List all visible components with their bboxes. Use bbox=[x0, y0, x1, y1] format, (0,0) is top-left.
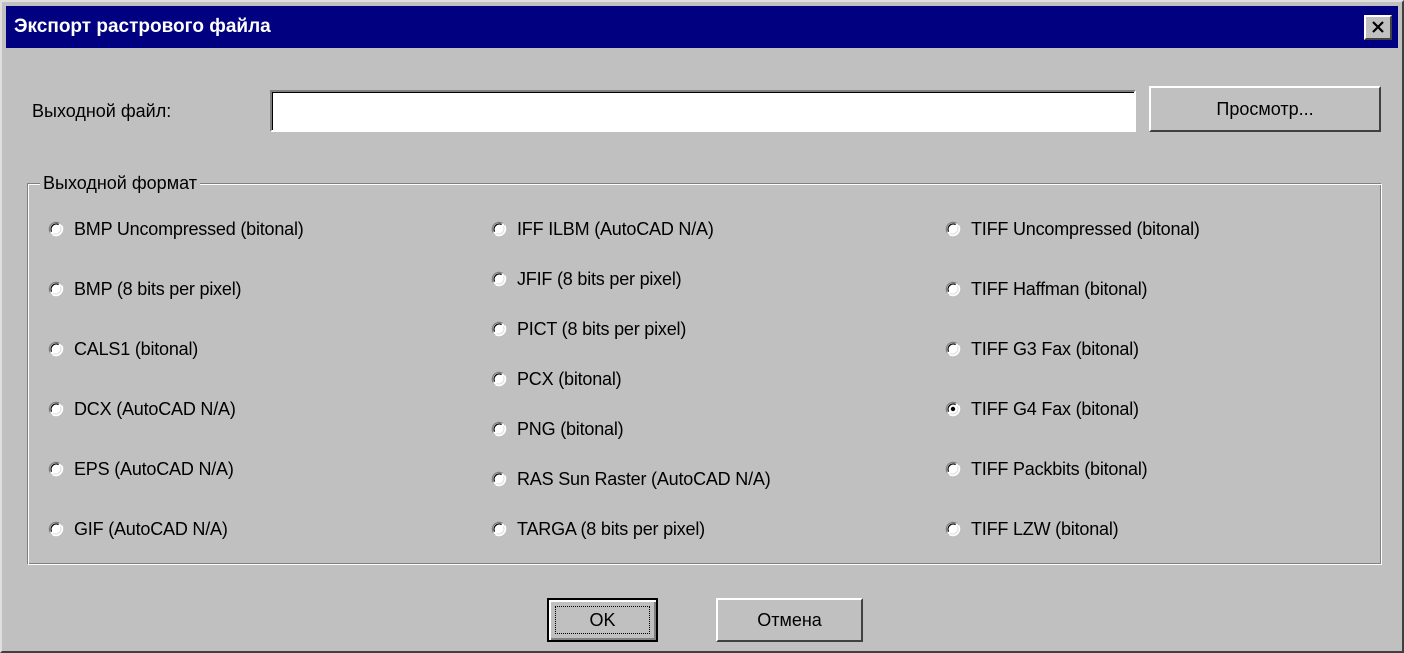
format-option-label: JFIF (8 bits per pixel) bbox=[517, 268, 682, 289]
format-option-label: DCX (AutoCAD N/A) bbox=[74, 398, 236, 419]
format-option[interactable]: BMP (8 bits per pixel) bbox=[48, 276, 242, 302]
ok-button[interactable]: OK bbox=[547, 598, 658, 642]
format-option-label: TIFF Uncompressed (bitonal) bbox=[971, 218, 1200, 239]
format-option-label: RAS Sun Raster (AutoCAD N/A) bbox=[517, 468, 771, 489]
format-option[interactable]: GIF (AutoCAD N/A) bbox=[48, 516, 228, 542]
radio-unchecked-icon[interactable] bbox=[491, 371, 507, 387]
window-title: Экспорт растрового файла bbox=[14, 16, 271, 37]
format-option-label: BMP (8 bits per pixel) bbox=[74, 278, 242, 299]
title-bar: Экспорт растрового файла bbox=[6, 6, 1398, 48]
format-option-label: TIFF LZW (bitonal) bbox=[971, 518, 1119, 539]
radio-unchecked-icon[interactable] bbox=[48, 341, 64, 357]
format-option-label: EPS (AutoCAD N/A) bbox=[74, 458, 234, 479]
browse-button[interactable]: Просмотр... bbox=[1149, 86, 1381, 132]
radio-unchecked-icon[interactable] bbox=[945, 461, 961, 477]
close-button[interactable] bbox=[1364, 15, 1392, 40]
radio-unchecked-icon[interactable] bbox=[491, 221, 507, 237]
format-option-label: PCX (bitonal) bbox=[517, 368, 622, 389]
radio-unchecked-icon[interactable] bbox=[491, 321, 507, 337]
format-option[interactable]: PNG (bitonal) bbox=[491, 416, 624, 442]
format-option[interactable]: EPS (AutoCAD N/A) bbox=[48, 456, 234, 482]
format-option-label: CALS1 (bitonal) bbox=[74, 338, 199, 359]
format-option[interactable]: IFF ILBM (AutoCAD N/A) bbox=[491, 216, 714, 242]
radio-unchecked-icon[interactable] bbox=[48, 221, 64, 237]
radio-unchecked-icon[interactable] bbox=[491, 421, 507, 437]
focus-ring bbox=[555, 606, 650, 634]
browse-button-label: Просмотр... bbox=[1216, 98, 1314, 119]
radio-unchecked-icon[interactable] bbox=[945, 221, 961, 237]
format-option[interactable]: TIFF G3 Fax (bitonal) bbox=[945, 336, 1139, 362]
radio-unchecked-icon[interactable] bbox=[945, 281, 961, 297]
radio-unchecked-icon[interactable] bbox=[945, 521, 961, 537]
format-option[interactable]: PICT (8 bits per pixel) bbox=[491, 316, 686, 342]
format-option[interactable]: BMP Uncompressed (bitonal) bbox=[48, 216, 304, 242]
radio-unchecked-icon[interactable] bbox=[48, 281, 64, 297]
format-option[interactable]: TIFF Packbits (bitonal) bbox=[945, 456, 1148, 482]
format-option-label: TARGA (8 bits per pixel) bbox=[517, 518, 705, 539]
format-option-label: IFF ILBM (AutoCAD N/A) bbox=[517, 218, 714, 239]
format-option-label: PICT (8 bits per pixel) bbox=[517, 318, 687, 339]
radio-unchecked-icon[interactable] bbox=[48, 401, 64, 417]
format-option[interactable]: JFIF (8 bits per pixel) bbox=[491, 266, 682, 292]
format-option[interactable]: DCX (AutoCAD N/A) bbox=[48, 396, 236, 422]
close-icon bbox=[1372, 21, 1384, 33]
radio-unchecked-icon[interactable] bbox=[491, 271, 507, 287]
format-option[interactable]: TIFF G4 Fax (bitonal) bbox=[945, 396, 1139, 422]
format-option-label: TIFF Haffman (bitonal) bbox=[971, 278, 1148, 299]
radio-unchecked-icon[interactable] bbox=[48, 521, 64, 537]
radio-unchecked-icon[interactable] bbox=[48, 461, 64, 477]
format-option[interactable]: TIFF Haffman (bitonal) bbox=[945, 276, 1148, 302]
cancel-button[interactable]: Отмена bbox=[716, 598, 863, 642]
radio-checked-icon[interactable] bbox=[945, 401, 961, 417]
radio-unchecked-icon[interactable] bbox=[491, 521, 507, 537]
format-option[interactable]: PCX (bitonal) bbox=[491, 366, 622, 392]
format-option-label: TIFF Packbits (bitonal) bbox=[971, 458, 1148, 479]
radio-unchecked-icon[interactable] bbox=[945, 341, 961, 357]
format-option-label: TIFF G4 Fax (bitonal) bbox=[971, 398, 1139, 419]
output-file-input[interactable] bbox=[270, 90, 1136, 132]
format-option-label: TIFF G3 Fax (bitonal) bbox=[971, 338, 1139, 359]
format-option[interactable]: RAS Sun Raster (AutoCAD N/A) bbox=[491, 466, 771, 492]
format-option[interactable]: CALS1 (bitonal) bbox=[48, 336, 198, 362]
radio-unchecked-icon[interactable] bbox=[491, 471, 507, 487]
format-option-label: PNG (bitonal) bbox=[517, 418, 624, 439]
format-option[interactable]: TIFF Uncompressed (bitonal) bbox=[945, 216, 1200, 242]
output-format-group-title: Выходной формат bbox=[40, 172, 200, 194]
format-option-label: BMP Uncompressed (bitonal) bbox=[74, 218, 304, 239]
format-option[interactable]: TARGA (8 bits per pixel) bbox=[491, 516, 705, 542]
format-option[interactable]: TIFF LZW (bitonal) bbox=[945, 516, 1119, 542]
format-option-label: GIF (AutoCAD N/A) bbox=[74, 518, 228, 539]
output-file-label: Выходной файл: bbox=[32, 101, 172, 121]
cancel-button-label: Отмена bbox=[757, 609, 822, 630]
